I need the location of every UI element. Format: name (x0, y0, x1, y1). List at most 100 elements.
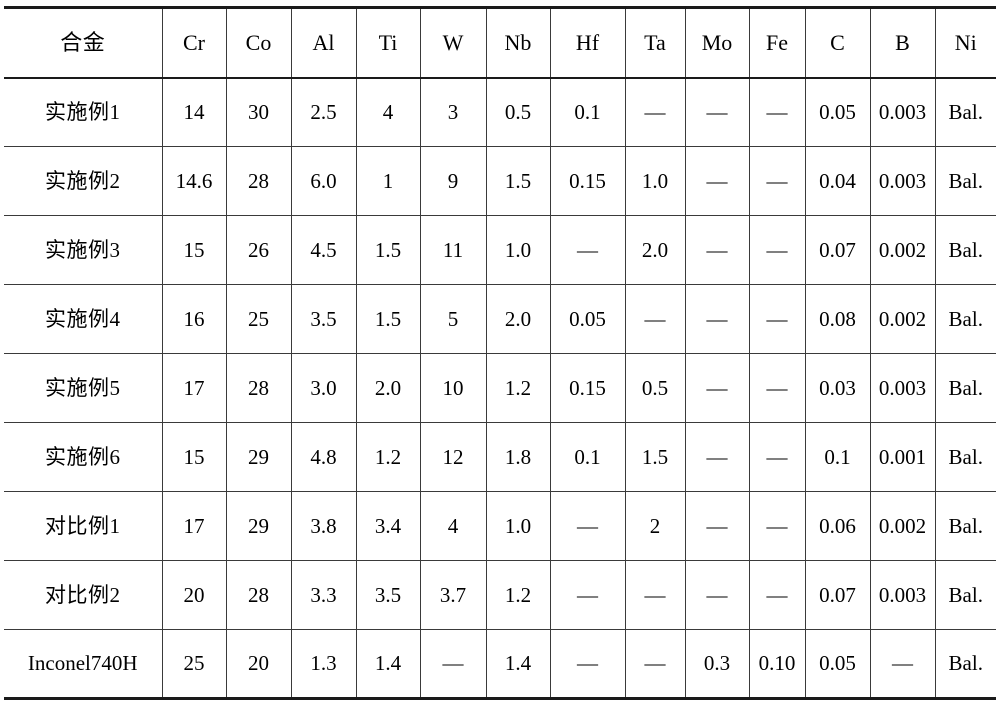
cell-fe: — (749, 353, 806, 423)
cell-hf: — (550, 215, 626, 285)
cell-nb: 1.8 (486, 422, 551, 492)
cell-ta: — (625, 284, 686, 354)
cell-hf: — (550, 491, 626, 561)
cell-ta: 1.5 (625, 422, 686, 492)
cell-nb: 1.0 (486, 215, 551, 285)
table-header-row: 合金 Cr Co Al Ti W Nb Hf Ta Mo Fe C B Ni (4, 7, 996, 79)
cell-hf: 0.05 (550, 284, 626, 354)
cell-ti: 1.2 (356, 422, 421, 492)
column-header-c: C (805, 7, 871, 79)
cell-b: — (870, 629, 936, 699)
cell-c: 0.07 (805, 560, 871, 630)
cell-co: 26 (226, 215, 292, 285)
column-header-ti: Ti (356, 7, 421, 79)
cell-b: 0.002 (870, 491, 936, 561)
cell-mo: — (685, 284, 750, 354)
cell-w: 5 (420, 284, 487, 354)
column-header-name: 合金 (4, 7, 163, 79)
cell-ti: 1 (356, 146, 421, 216)
column-header-al: Al (291, 7, 357, 79)
cell-w: 9 (420, 146, 487, 216)
cell-hf: — (550, 560, 626, 630)
cell-cr: 14.6 (162, 146, 227, 216)
cell-ni: Bal. (935, 77, 996, 147)
cell-ti: 1.4 (356, 629, 421, 699)
cell-name: 实施例5 (4, 353, 163, 423)
table-row: 实施例4 16 25 3.5 1.5 5 2.0 0.05— — —0.08 0.002 Bal. (4, 284, 996, 354)
cell-cr: 17 (162, 491, 227, 561)
cell-nb: 2.0 (486, 284, 551, 354)
table-body: 合金 Cr Co Al Ti W Nb Hf Ta Mo Fe C B Ni 实施例1 14 30 2.5 4 3 0.… (4, 7, 996, 699)
cell-c: 0.08 (805, 284, 871, 354)
cell-c: 0.05 (805, 629, 871, 699)
cell-b: 0.003 (870, 146, 936, 216)
cell-mo: — (685, 422, 750, 492)
cell-w: 3.7 (420, 560, 487, 630)
cell-cr: 15 (162, 215, 227, 285)
cell-ta: 0.5 (625, 353, 686, 423)
column-header-hf: Hf (550, 7, 626, 79)
cell-ti: 2.0 (356, 353, 421, 423)
cell-b: 0.002 (870, 284, 936, 354)
cell-co: 28 (226, 560, 292, 630)
column-header-fe: Fe (749, 7, 806, 79)
column-header-b: B (870, 7, 936, 79)
table-row: 实施例6 15 29 4.8 1.2 12 1.8 0.1 1.5— —0.1 0.001 Bal. (4, 422, 996, 492)
cell-b: 0.003 (870, 77, 936, 147)
cell-al: 3.5 (291, 284, 357, 354)
column-header-mo: Mo (685, 7, 750, 79)
cell-name: 实施例4 (4, 284, 163, 354)
cell-name: 对比例2 (4, 560, 163, 630)
cell-ti: 3.5 (356, 560, 421, 630)
cell-fe: — (749, 77, 806, 147)
cell-co: 28 (226, 353, 292, 423)
cell-name: Inconel740H (4, 629, 163, 699)
cell-co: 28 (226, 146, 292, 216)
cell-co: 30 (226, 77, 292, 147)
cell-ni: Bal. (935, 629, 996, 699)
cell-w: 11 (420, 215, 487, 285)
cell-name: 实施例6 (4, 422, 163, 492)
cell-ni: Bal. (935, 215, 996, 285)
column-header-cr: Cr (162, 7, 227, 79)
cell-nb: 1.2 (486, 353, 551, 423)
cell-nb: 1.4 (486, 629, 551, 699)
cell-cr: 17 (162, 353, 227, 423)
cell-ta: — (625, 629, 686, 699)
cell-fe: — (749, 491, 806, 561)
cell-al: 2.5 (291, 77, 357, 147)
cell-al: 1.3 (291, 629, 357, 699)
cell-c: 0.07 (805, 215, 871, 285)
cell-fe: — (749, 146, 806, 216)
cell-hf: 0.15 (550, 146, 626, 216)
cell-ti: 4 (356, 77, 421, 147)
cell-ta: — (625, 560, 686, 630)
cell-c: 0.05 (805, 77, 871, 147)
cell-b: 0.001 (870, 422, 936, 492)
cell-c: 0.04 (805, 146, 871, 216)
cell-al: 3.3 (291, 560, 357, 630)
table-row: 实施例2 14.6 28 6.0 1 9 1.5 0.15 1.0— —0.04 0.003 Bal. (4, 146, 996, 216)
cell-hf: 0.1 (550, 422, 626, 492)
cell-ni: Bal. (935, 560, 996, 630)
cell-al: 4.8 (291, 422, 357, 492)
cell-name: 实施例2 (4, 146, 163, 216)
cell-hf: — (550, 629, 626, 699)
cell-co: 29 (226, 422, 292, 492)
cell-name: 对比例1 (4, 491, 163, 561)
cell-c: 0.06 (805, 491, 871, 561)
cell-mo: — (685, 491, 750, 561)
cell-ni: Bal. (935, 284, 996, 354)
cell-fe: — (749, 560, 806, 630)
cell-cr: 16 (162, 284, 227, 354)
cell-co: 29 (226, 491, 292, 561)
cell-hf: 0.15 (550, 353, 626, 423)
table-row: 实施例3 15 26 4.5 1.5 11 1.0—2.0— —0.07 0.002 Bal. (4, 215, 996, 285)
cell-co: 25 (226, 284, 292, 354)
cell-ni: Bal. (935, 491, 996, 561)
cell-nb: 0.5 (486, 77, 551, 147)
cell-mo: 0.3 (685, 629, 750, 699)
cell-ni: Bal. (935, 353, 996, 423)
cell-ta: 1.0 (625, 146, 686, 216)
cell-nb: 1.2 (486, 560, 551, 630)
